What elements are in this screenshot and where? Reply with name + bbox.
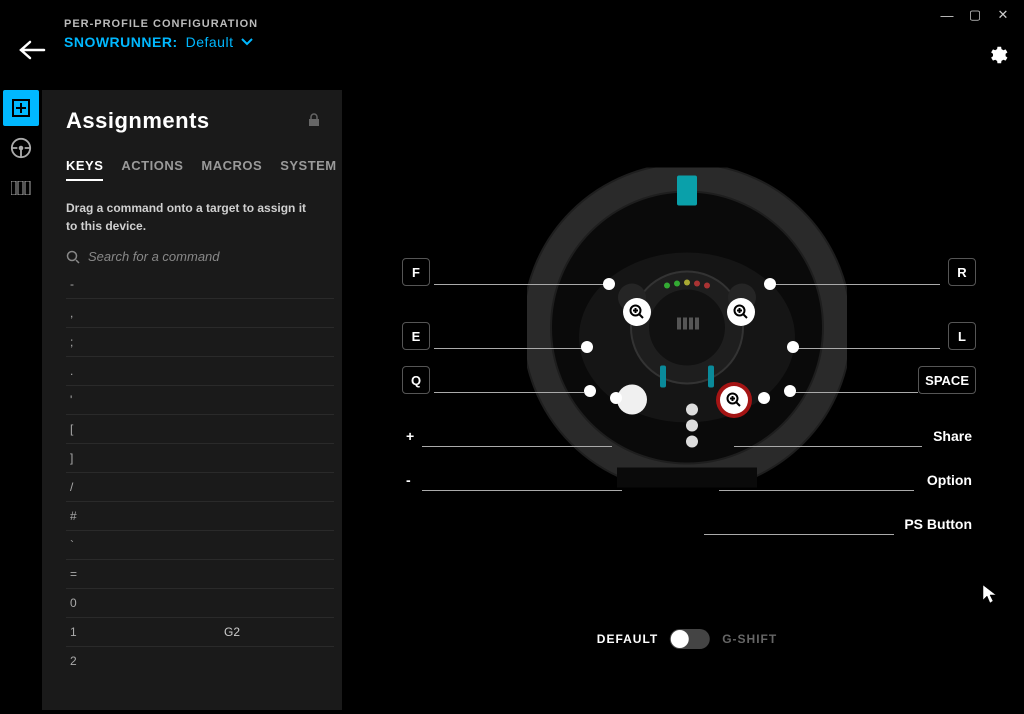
target-dot[interactable] [584, 385, 596, 397]
columns-icon [11, 181, 31, 195]
tab-keys[interactable]: KEYS [66, 158, 103, 181]
zoom-left[interactable] [623, 298, 651, 326]
command-item[interactable]: = [66, 560, 334, 589]
command-item[interactable]: ] [66, 444, 334, 473]
command-item[interactable]: 0 [66, 589, 334, 618]
instruction-text: Drag a command onto a target to assign i… [66, 199, 342, 235]
label-ps-button: PS Button [904, 516, 972, 532]
key-assignment-q[interactable]: Q [402, 366, 430, 394]
key-assignment-space[interactable]: SPACE [918, 366, 976, 394]
command-item[interactable]: / [66, 473, 334, 502]
magnify-plus-icon [733, 304, 749, 320]
zoom-highlight[interactable] [720, 386, 748, 414]
chevron-down-icon [241, 38, 253, 46]
assignments-rail-button[interactable] [3, 90, 39, 126]
tabs: KEYS ACTIONS MACROS SYSTEM [66, 158, 342, 181]
command-item[interactable]: ` [66, 531, 334, 560]
sidebar: Assignments KEYS ACTIONS MACROS SYSTEM Drag… [42, 90, 342, 710]
magnify-plus-icon [726, 392, 742, 408]
label-share: Share [933, 428, 972, 444]
mode-toggle-row: DEFAULT G-SHIFT [597, 629, 777, 649]
tab-macros[interactable]: MACROS [201, 158, 262, 181]
header: PER-PROFILE CONFIGURATION SNOWRUNNER: De… [0, 0, 1024, 50]
target-dot[interactable] [764, 278, 776, 290]
label-minus: - [406, 472, 411, 488]
command-item[interactable]: 2 [66, 647, 334, 670]
command-list: -,;.'[]/#`=01G223 [66, 270, 342, 670]
tab-system[interactable]: SYSTEM [280, 158, 336, 181]
key-assignment-e[interactable]: E [402, 322, 430, 350]
layout-rail-button[interactable] [3, 170, 39, 206]
left-rail [0, 90, 42, 206]
command-item[interactable]: ; [66, 328, 334, 357]
toggle-label-gshift: G-SHIFT [722, 632, 777, 646]
magnify-plus-icon [629, 304, 645, 320]
key-assignment-r[interactable]: R [948, 258, 976, 286]
steering-wheel-graphic [527, 168, 847, 493]
search-row [66, 249, 342, 264]
profile-selector[interactable]: SNOWRUNNER: Default [64, 34, 1024, 50]
sidebar-title: Assignments [66, 108, 210, 134]
steering-wheel-icon [10, 137, 32, 159]
search-input[interactable] [88, 249, 342, 264]
command-item[interactable]: . [66, 357, 334, 386]
target-dot[interactable] [784, 385, 796, 397]
command-item[interactable]: # [66, 502, 334, 531]
search-icon [66, 250, 80, 264]
target-dot[interactable] [787, 341, 799, 353]
mode-toggle[interactable] [670, 629, 710, 649]
lock-icon[interactable] [308, 113, 320, 130]
tab-actions[interactable]: ACTIONS [121, 158, 183, 181]
toggle-label-default: DEFAULT [597, 632, 658, 646]
command-item[interactable]: , [66, 299, 334, 328]
header-label: PER-PROFILE CONFIGURATION [64, 18, 1024, 30]
command-item[interactable]: ' [66, 386, 334, 415]
device-view: F E Q R L SPACE + - Share Option PS Butt… [360, 130, 1014, 684]
gear-icon [986, 44, 1008, 66]
target-dot[interactable] [581, 341, 593, 353]
command-item[interactable]: [ [66, 415, 334, 444]
settings-button[interactable] [986, 44, 1008, 71]
back-button[interactable] [18, 40, 46, 65]
key-assignment-f[interactable]: F [402, 258, 430, 286]
key-assignment-l[interactable]: L [948, 322, 976, 350]
label-option: Option [927, 472, 972, 488]
target-dot[interactable] [610, 392, 622, 404]
wheel-rail-button[interactable] [3, 130, 39, 166]
command-item[interactable]: - [66, 270, 334, 299]
command-item[interactable]: 1G2 [66, 618, 334, 647]
label-plus: + [406, 428, 414, 444]
zoom-right[interactable] [727, 298, 755, 326]
target-dot[interactable] [603, 278, 615, 290]
plus-box-icon [12, 99, 30, 117]
target-dot[interactable] [758, 392, 770, 404]
